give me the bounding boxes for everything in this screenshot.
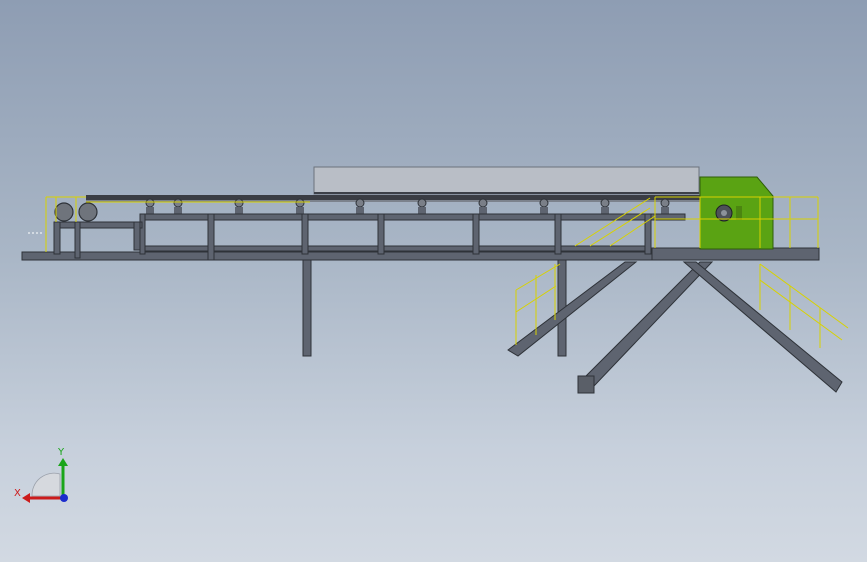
roller (417, 198, 427, 214)
belt-cover[interactable] (313, 166, 700, 195)
roller (295, 198, 305, 214)
roller (355, 198, 365, 214)
roller (478, 198, 488, 214)
roller (660, 198, 670, 214)
x-axis-arrowhead (22, 493, 30, 503)
roller (173, 198, 183, 214)
conveyor-model[interactable] (0, 0, 867, 562)
main-frame[interactable] (21, 213, 820, 261)
x-axis-label: X (14, 488, 21, 499)
drive-unit[interactable] (699, 176, 774, 250)
roller (145, 198, 155, 214)
roller (600, 198, 610, 214)
y-axis-arrowhead (58, 458, 68, 466)
z-axis-dot (60, 494, 68, 502)
support-legs[interactable] (302, 259, 843, 394)
graphics-viewport[interactable]: Y X (0, 0, 867, 562)
roller (234, 198, 244, 214)
coordinate-triad-icon[interactable]: Y X (10, 440, 80, 510)
roller (539, 198, 549, 214)
y-axis-label: Y (57, 447, 65, 458)
